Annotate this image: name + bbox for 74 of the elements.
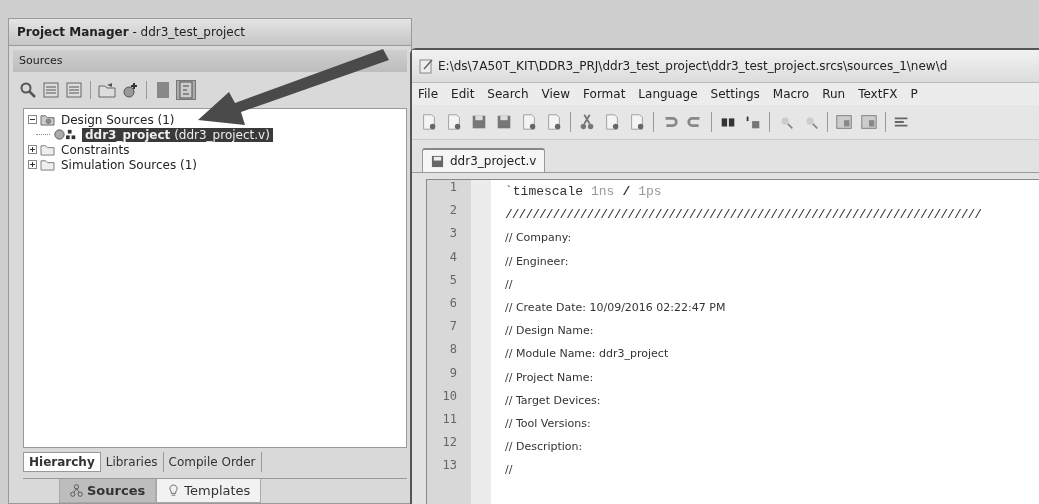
menu-item[interactable]: P xyxy=(910,87,918,101)
save-icon xyxy=(431,154,444,168)
code-text: // Tool Versions: xyxy=(505,416,591,430)
line-number: 12 xyxy=(441,435,458,452)
code-text: ////////////////////////////////////////////////////////////////////// xyxy=(505,207,982,223)
line-number: 9 xyxy=(448,365,458,382)
code-text: // Engineer: xyxy=(505,254,569,268)
expand-icon[interactable] xyxy=(28,145,37,154)
panel-tab[interactable]: Sources xyxy=(59,479,157,503)
view-tab[interactable]: Compile Order xyxy=(163,452,262,472)
menu-item[interactable]: Search xyxy=(487,87,529,101)
menu-item[interactable]: Settings xyxy=(710,87,760,101)
notepad-icon xyxy=(418,58,434,74)
file-tab[interactable]: ddr3_project.v xyxy=(422,148,546,172)
code-text: 1ns xyxy=(591,184,615,200)
folder-icon xyxy=(40,158,55,171)
panel-title: Project Manager - ddr3_test_project xyxy=(9,19,411,46)
document-icon[interactable] xyxy=(154,81,172,99)
code-text: // Create Date: 10/09/2016 02:22:47 PM xyxy=(505,301,726,315)
tree-item[interactable]: Simulation Sources (1) xyxy=(58,157,200,172)
code-text: // Company: xyxy=(505,231,572,245)
menu-item[interactable]: Macro xyxy=(772,87,810,101)
panel-tab[interactable]: Templates xyxy=(156,479,262,503)
save-icon[interactable] xyxy=(470,113,488,131)
line-number: 7 xyxy=(448,319,458,336)
code-text: // xyxy=(505,277,513,291)
line-number: 8 xyxy=(448,342,458,359)
line-number: 3 xyxy=(448,226,458,243)
menu-item[interactable]: Edit xyxy=(451,87,475,101)
line-number: 2 xyxy=(448,203,458,220)
view-icon[interactable] xyxy=(860,113,878,131)
code-text: // Module Name: ddr3_project xyxy=(505,347,669,361)
menu-item[interactable]: File xyxy=(418,87,439,101)
menu-item[interactable]: View xyxy=(541,87,571,101)
tree-item[interactable]: ddr3_project (ddr3_project.v) xyxy=(82,127,273,142)
code-text: // Design Name: xyxy=(505,324,594,338)
view-tab[interactable]: Hierarchy xyxy=(23,452,101,472)
hierarchy-icon[interactable] xyxy=(177,81,195,99)
add-source-icon[interactable] xyxy=(121,81,139,99)
folder-icon[interactable] xyxy=(98,81,116,99)
code-text: // xyxy=(505,463,513,477)
expand-icon[interactable] xyxy=(28,160,37,169)
code-text: 1ps xyxy=(638,184,662,200)
line-number: 13 xyxy=(441,458,458,475)
panel-header: Sources xyxy=(13,50,407,72)
menu-item[interactable]: Run xyxy=(822,87,846,101)
code-text: // Description: xyxy=(505,440,583,454)
new-icon[interactable] xyxy=(420,113,438,131)
save-all-icon[interactable] xyxy=(495,113,513,131)
code-text: `timescale xyxy=(505,184,583,200)
window-title: E:\ds\7A50T_KIT\DDR3_PRJ\ddr3_test_project\ddr3_test_project.srcs\sources_1\new\d xyxy=(438,59,948,73)
cut-icon[interactable] xyxy=(578,113,596,131)
line-number: 1 xyxy=(448,180,458,196)
line-number: 4 xyxy=(448,249,458,266)
lightbulb-icon xyxy=(167,484,181,497)
tree-item[interactable]: Design Sources (1) xyxy=(58,112,178,127)
line-number: 10 xyxy=(441,388,458,405)
view-icon[interactable] xyxy=(835,113,853,131)
code-text: / xyxy=(622,184,631,200)
line-number: 6 xyxy=(448,295,458,312)
folder-icon xyxy=(40,113,55,126)
code-text: // Target Devices: xyxy=(505,393,601,407)
code-text: // Project Name: xyxy=(505,370,594,384)
collapse-icon[interactable] xyxy=(28,115,37,124)
menu-item[interactable]: TextFX xyxy=(858,87,898,101)
menu-item[interactable]: Format xyxy=(583,87,626,101)
search-icon[interactable] xyxy=(19,81,37,99)
view-tab[interactable]: Libraries xyxy=(100,452,164,472)
folder-icon xyxy=(40,143,55,156)
line-number: 5 xyxy=(448,272,458,289)
menu-item[interactable]: Language xyxy=(638,87,698,101)
line-number: 11 xyxy=(441,411,458,428)
hierarchy-icon xyxy=(70,484,83,497)
tree-item[interactable]: Constraints xyxy=(58,142,133,157)
